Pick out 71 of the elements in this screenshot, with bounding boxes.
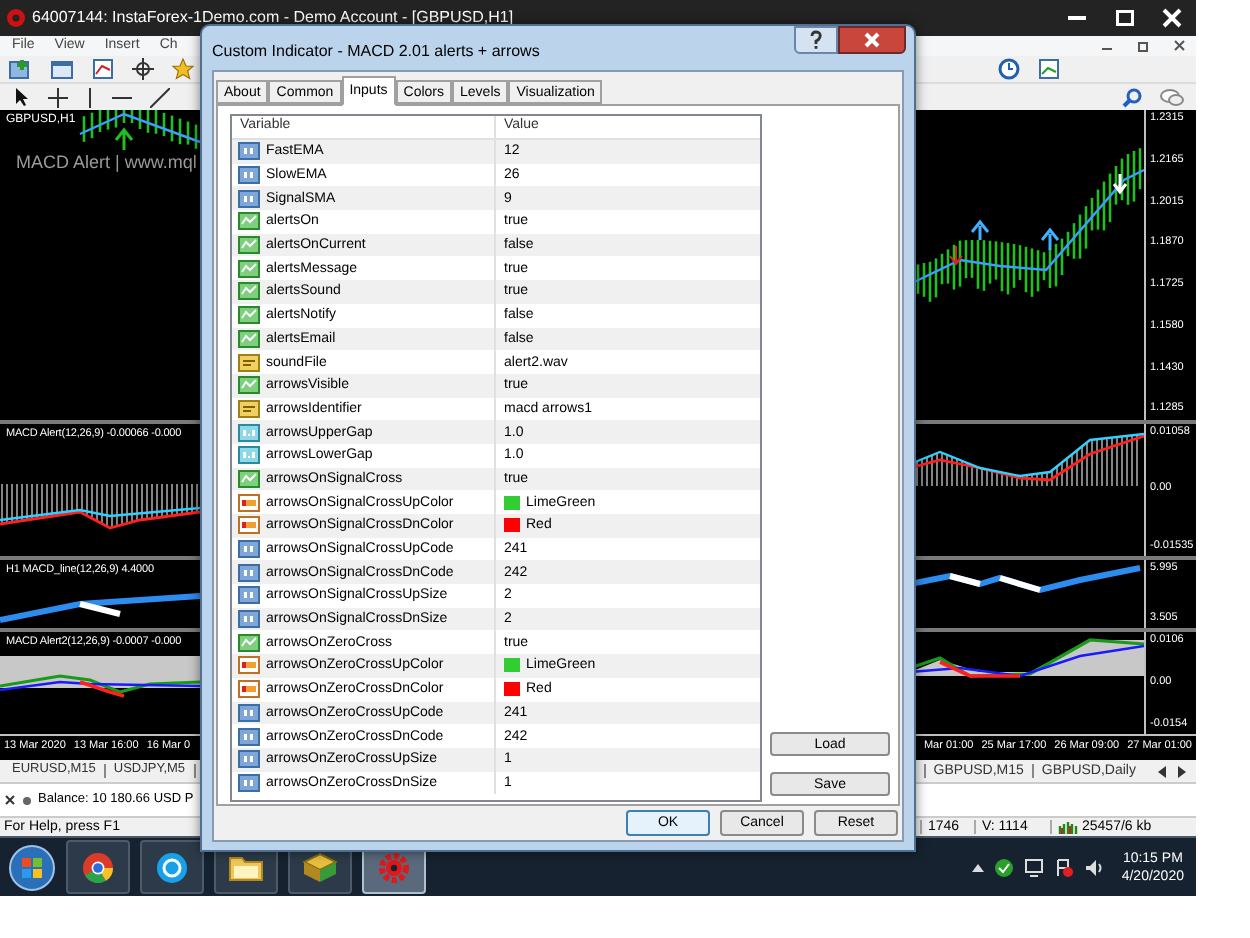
chart-icon[interactable]	[92, 58, 114, 80]
new-chart-icon[interactable]	[8, 58, 32, 80]
vertical-line-icon[interactable]	[86, 87, 94, 107]
dot-icon	[22, 795, 32, 805]
taskbar-button[interactable]	[66, 840, 130, 894]
integer-type-icon	[238, 563, 260, 582]
start-button-icon[interactable]	[8, 843, 56, 891]
boolean-type-icon	[238, 633, 260, 652]
palette-type-icon	[238, 680, 260, 699]
boolean-type-icon	[238, 376, 260, 395]
text-type-icon	[238, 353, 260, 372]
palette-type-icon	[238, 493, 260, 512]
search-icon[interactable]	[1122, 87, 1142, 107]
indicator-caption: MACD Alert | www.mql	[16, 154, 197, 172]
window-icon[interactable]	[50, 58, 74, 80]
chart-icon[interactable]	[1038, 58, 1060, 80]
integer-type-icon	[238, 189, 260, 208]
shield-check-icon[interactable]	[993, 857, 1014, 877]
up-arrow-icon[interactable]	[971, 862, 984, 872]
right-arrow-icon[interactable]	[1172, 765, 1188, 777]
palette-type-icon	[238, 516, 260, 535]
circle-icon	[156, 851, 188, 883]
integer-type-icon	[238, 773, 260, 792]
integer-type-icon	[238, 750, 260, 769]
decimal-type-icon	[238, 446, 260, 465]
left-arrow-icon[interactable]	[1156, 765, 1172, 777]
palette-type-icon	[238, 656, 260, 675]
close-icon	[862, 32, 882, 48]
pinwheel-icon	[82, 851, 114, 883]
text-type-icon	[238, 399, 260, 418]
dialog-title: Custom Indicator - MACD 2.01 alerts + arrows	[212, 40, 540, 64]
help-button[interactable]	[794, 26, 838, 54]
boolean-type-icon	[238, 212, 260, 231]
integer-type-icon	[238, 610, 260, 629]
taskbar-button[interactable]	[140, 840, 204, 894]
boolean-type-icon	[238, 259, 260, 278]
close-icon	[1162, 8, 1182, 28]
boolean-type-icon	[238, 236, 260, 255]
candlestick-chart-drawing	[79, 110, 201, 152]
maximize-icon	[1115, 10, 1133, 26]
star-icon[interactable]	[172, 58, 194, 80]
integer-type-icon	[238, 142, 260, 161]
integer-type-icon	[238, 703, 260, 722]
chat-icon[interactable]	[1160, 87, 1184, 107]
crosshair-icon[interactable]	[48, 87, 68, 107]
flag-error-icon[interactable]	[1053, 857, 1074, 877]
boolean-type-icon	[238, 306, 260, 325]
trend-line-icon[interactable]	[150, 87, 170, 107]
boolean-type-icon	[238, 469, 260, 488]
integer-type-icon	[238, 540, 260, 559]
close-icon[interactable]	[4, 794, 16, 806]
decimal-type-icon	[238, 423, 260, 442]
boolean-type-icon	[238, 282, 260, 301]
window-title: 64007144: InstaForex-1Demo.com - Demo Account - [GBPUSD,H1]	[32, 6, 514, 30]
crosshair-icon[interactable]	[132, 58, 154, 80]
close-icon[interactable]	[1172, 38, 1188, 54]
integer-type-icon	[238, 727, 260, 746]
monitor-icon[interactable]	[1023, 857, 1044, 877]
folder-icon	[228, 853, 264, 881]
boolean-type-icon	[238, 329, 260, 348]
signal-bars-icon	[1058, 820, 1078, 834]
restore-icon[interactable]	[1136, 38, 1152, 54]
integer-type-icon	[238, 586, 260, 605]
close-button[interactable]	[838, 26, 906, 54]
integer-type-icon	[238, 166, 260, 185]
speaker-icon[interactable]	[1083, 857, 1104, 877]
clock-icon[interactable]	[998, 58, 1020, 80]
cursor-icon[interactable]	[12, 86, 30, 108]
package-icon	[302, 851, 338, 883]
horizontal-line-icon[interactable]	[112, 93, 132, 101]
question-mark-icon	[808, 30, 824, 50]
